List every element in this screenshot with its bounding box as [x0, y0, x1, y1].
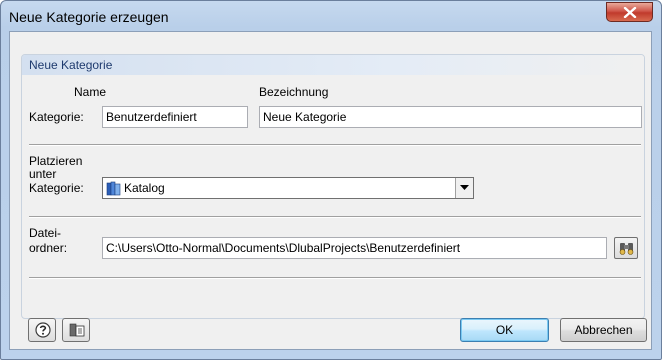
- cancel-button[interactable]: Abbrechen: [560, 318, 647, 342]
- bezeichnung-input[interactable]: Neue Kategorie: [259, 106, 642, 128]
- kategorie-label: Kategorie:: [29, 110, 84, 124]
- platzieren-label-line3: Kategorie:: [29, 181, 84, 195]
- details-button[interactable]: [62, 318, 90, 342]
- separator: [29, 144, 641, 146]
- ordner-label-line1: Datei-: [29, 226, 62, 240]
- separator: [29, 216, 641, 218]
- help-icon: [35, 322, 51, 338]
- binoculars-icon: [619, 243, 634, 255]
- platzieren-label-line2: unter: [29, 167, 57, 181]
- group-title: Neue Kategorie: [29, 58, 113, 72]
- title-bar[interactable]: Neue Kategorie erzeugen: [1, 1, 661, 31]
- folder-path-input[interactable]: C:\Users\Otto-Normal\Documents\DlubalPro…: [102, 237, 607, 259]
- ordner-label-line2: ordner:: [29, 241, 68, 255]
- help-button[interactable]: [28, 318, 56, 342]
- new-category-group: Neue Kategorie Name Bezeichnung Kategori…: [21, 54, 645, 319]
- window-title: Neue Kategorie erzeugen: [9, 9, 169, 25]
- browse-folder-button[interactable]: [614, 237, 638, 259]
- chevron-down-icon: [460, 185, 469, 190]
- dialog-body: Neue Kategorie Name Bezeichnung Kategori…: [9, 31, 652, 350]
- ok-button[interactable]: OK: [460, 318, 549, 342]
- details-icon: [69, 323, 85, 337]
- dropdown-arrow[interactable]: [455, 178, 473, 198]
- parent-category-value: Katalog: [124, 181, 165, 195]
- name-input[interactable]: Benutzerdefiniert: [102, 106, 248, 128]
- parent-category-select[interactable]: Katalog: [102, 177, 474, 199]
- category-folder-icon: [106, 181, 121, 196]
- name-column-header: Name: [74, 85, 107, 99]
- platzieren-label-line1: Platzieren: [29, 154, 83, 168]
- separator: [29, 277, 641, 279]
- bezeichnung-column-header: Bezeichnung: [259, 85, 329, 99]
- group-header: Neue Kategorie: [22, 55, 644, 75]
- dialog-window: Neue Kategorie erzeugen Neue Kategorie N…: [0, 0, 662, 360]
- close-button[interactable]: [606, 2, 653, 22]
- close-icon: [623, 7, 637, 18]
